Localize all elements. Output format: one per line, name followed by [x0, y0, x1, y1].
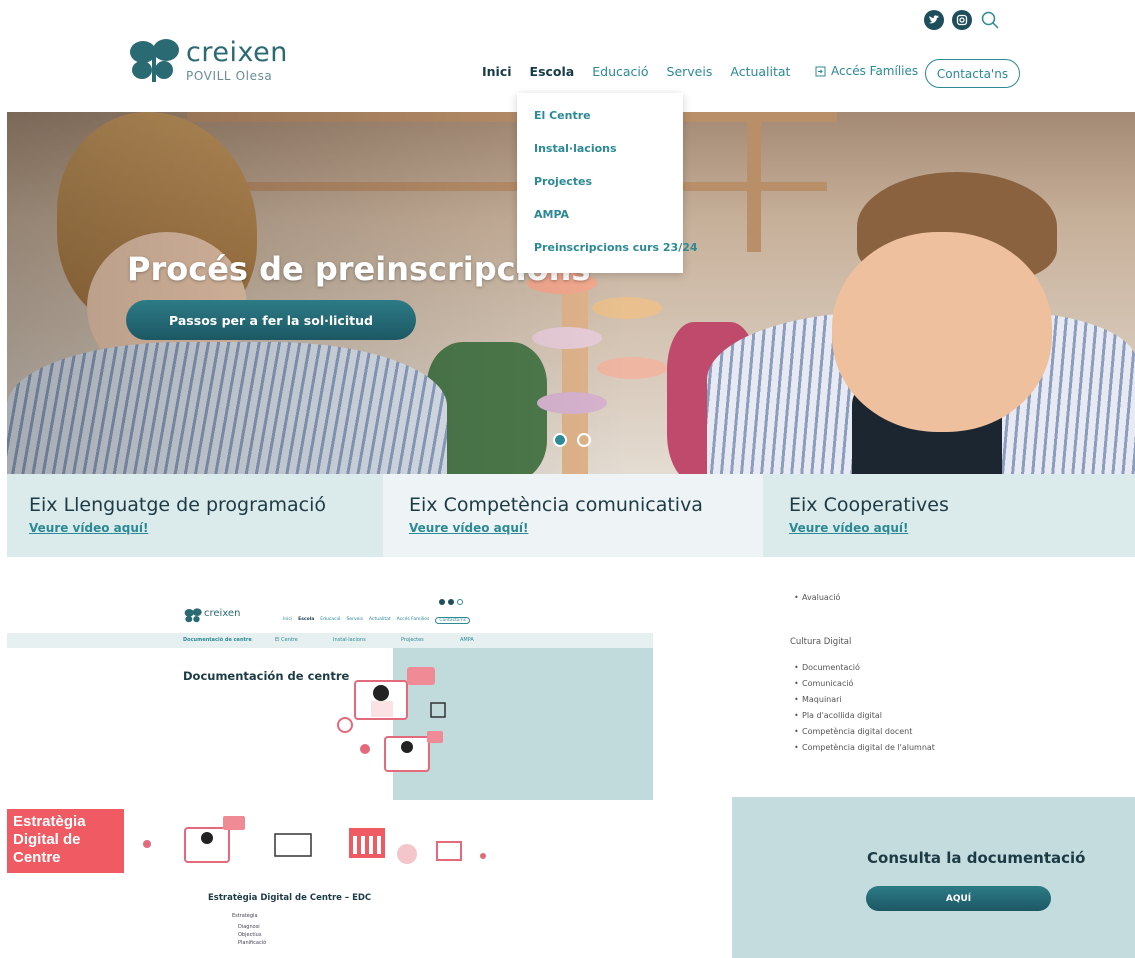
contact-button[interactable]: Contacta'ns	[925, 59, 1020, 88]
mini-subnav-item: Projectes	[401, 637, 424, 643]
eix-card-1: Eix Llenguatge de programació Veure víde…	[7, 474, 383, 557]
edc-badge-line: Centre	[13, 849, 61, 866]
mini-nav: Inici Escola Educació Serveis Actualitat…	[283, 617, 471, 624]
brand-subtitle: POVILL Olesa	[186, 69, 273, 83]
nav-item-escola[interactable]: Escola	[530, 64, 575, 79]
mini-subnav-item: Documentació de centre	[183, 637, 252, 643]
login-icon	[815, 66, 826, 76]
escola-dropdown-menu: El Centre Instal·lacions Projectes AMPA …	[517, 93, 698, 274]
consulta-title: Consulta la documentació	[867, 849, 1086, 867]
list-item[interactable]: Comunicació	[790, 676, 935, 692]
eix-video-link[interactable]: Veure vídeo aquí!	[409, 521, 763, 535]
mini-nav-item: Escola	[298, 617, 315, 622]
mini-nav-item: Serveis	[346, 617, 364, 622]
edc-sub-heading: Estratègia	[232, 913, 258, 919]
list-item[interactable]: Competència digital de l'alumnat	[790, 740, 935, 756]
mini-nav-item: Inici	[283, 617, 293, 622]
mini-nav-item: Educació	[320, 617, 341, 622]
nav-item-actualitat[interactable]: Actualitat	[730, 64, 790, 79]
site-logo[interactable]: creixen POVILL Olesa	[128, 38, 288, 84]
brand-name: creixen	[186, 37, 288, 68]
preview-title: Documentación de centre	[183, 669, 350, 683]
mini-nav-item: Accés Famílies	[396, 617, 430, 622]
acces-families-label: Accés Famílies	[831, 64, 919, 78]
twitter-icon[interactable]	[924, 10, 944, 30]
teacher-illustration	[337, 667, 446, 772]
instagram-icon[interactable]	[952, 10, 972, 30]
eix-title: Eix Cooperatives	[789, 494, 949, 516]
aqui-button[interactable]: AQUÍ	[866, 886, 1051, 911]
slider-dot-2[interactable]	[577, 433, 591, 447]
list-item[interactable]: Planificació	[232, 939, 266, 947]
consulta-documentacio-panel: Consulta la documentació AQUÍ	[732, 797, 1135, 958]
mini-subnav: Documentació de centre El Centre Instal·…	[7, 633, 653, 648]
mini-nav-item: Actualitat	[369, 617, 391, 622]
dropdown-item-installacions[interactable]: Instal·lacions	[534, 142, 683, 175]
mini-brand-name: creixen	[204, 608, 241, 619]
slider-dot-1[interactable]	[553, 433, 567, 447]
mini-contact: Contacta'ns	[435, 617, 471, 624]
search-icon[interactable]	[980, 10, 1000, 30]
nav-item-serveis[interactable]: Serveis	[667, 64, 713, 79]
dropdown-item-preinscripcions[interactable]: Preinscripcions curs 23/24	[534, 241, 698, 274]
mini-social-icons	[439, 599, 463, 605]
eix-title: Eix Llenguatge de programació	[29, 494, 327, 516]
dropdown-item-el-centre[interactable]: El Centre	[534, 109, 683, 142]
nav-item-educacio[interactable]: Educació	[592, 64, 648, 79]
nav-item-inici[interactable]: Inici	[482, 64, 512, 79]
butterfly-logo-icon	[130, 39, 179, 82]
list-item[interactable]: Documentació	[790, 660, 935, 676]
cultura-digital-list: Avaluació Cultura Digital Documentació C…	[790, 590, 935, 756]
mini-subnav-item: AMPA	[460, 637, 474, 643]
list-item[interactable]: Maquinari	[790, 692, 935, 708]
mini-subnav-item: El Centre	[275, 637, 298, 643]
social-links	[924, 10, 1000, 30]
digital-strategy-illustration	[143, 816, 486, 864]
mini-logo-icon	[184, 608, 202, 623]
list-item[interactable]: Competència digital docent	[790, 724, 935, 740]
eix-card-2: Eix Competència comunicativa Veure vídeo…	[383, 474, 763, 557]
edc-sub-list: Estratègia Diagnosi Objectius Planificac…	[232, 912, 266, 947]
edc-badge: Estratègia Digital de Centre	[7, 809, 124, 873]
eix-card-3: Eix Cooperatives Veure vídeo aquí!	[763, 474, 1135, 557]
eix-title: Eix Competència comunicativa	[409, 494, 703, 516]
edc-badge-line: Estratègia	[13, 813, 86, 830]
cultura-digital-heading: Cultura Digital	[790, 637, 852, 647]
list-item[interactable]: Pla d'acollida digital	[790, 708, 935, 724]
edc-badge-line: Digital de	[13, 831, 81, 848]
mini-subnav-item: Instal·lacions	[333, 637, 366, 643]
documentation-page-preview: creixen Inici Escola Educació Serveis Ac…	[7, 575, 653, 800]
list-item[interactable]: Objectius	[232, 931, 266, 939]
eix-video-link[interactable]: Veure vídeo aquí!	[789, 521, 1135, 535]
eix-video-link[interactable]: Veure vídeo aquí!	[29, 521, 383, 535]
slider-dots	[553, 433, 591, 447]
dropdown-item-projectes[interactable]: Projectes	[534, 175, 683, 208]
list-item[interactable]: Avaluació	[790, 590, 935, 606]
main-nav: Inici Escola Educació Serveis Actualitat	[482, 64, 790, 79]
hero-cta-button[interactable]: Passos per a fer la sol·licitud	[126, 300, 416, 340]
acces-families-link[interactable]: Accés Famílies	[815, 64, 918, 78]
dropdown-item-ampa[interactable]: AMPA	[534, 208, 683, 241]
list-item[interactable]: Diagnosi	[232, 923, 266, 931]
edc-title: Estratègia Digital de Centre – EDC	[208, 893, 372, 903]
